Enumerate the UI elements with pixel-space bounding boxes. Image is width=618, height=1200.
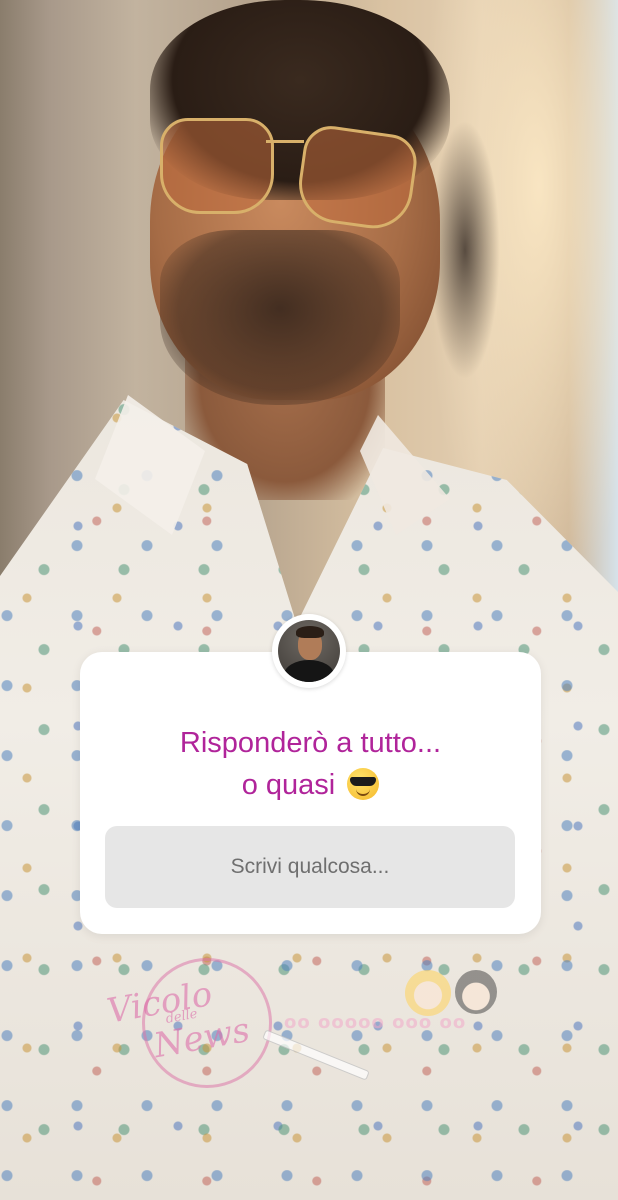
sticker-avatar — [272, 614, 346, 688]
sunglasses-bridge — [266, 140, 304, 143]
question-line-2-wrap: o quasi — [80, 764, 541, 806]
question-line-1: Risponderò a tutto... — [179, 727, 442, 759]
story-view: Risponderò a tutto... o quasi Scrivi qua… — [0, 0, 618, 1200]
question-line-2: o quasi — [241, 769, 336, 801]
answer-input[interactable]: Scrivi qualcosa... — [105, 826, 515, 908]
photo-beard — [160, 230, 400, 405]
background-shadow — [430, 120, 500, 380]
question-text: Risponderò a tutto... o quasi — [80, 722, 541, 806]
answer-placeholder: Scrivi qualcosa... — [230, 855, 390, 878]
sunglasses-emoji-icon — [347, 768, 380, 800]
sunglasses-left-lens — [160, 118, 274, 214]
avatar-image — [278, 620, 340, 682]
